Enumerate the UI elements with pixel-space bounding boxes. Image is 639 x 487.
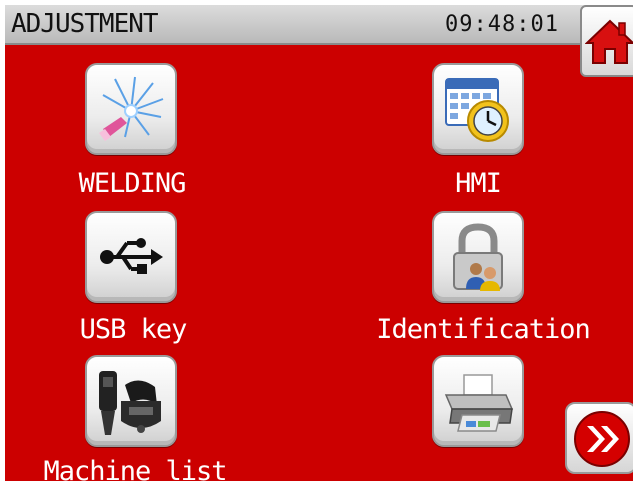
padlock-users-icon (453, 223, 503, 291)
welding-label: WELDING (78, 168, 187, 199)
usb-key-button[interactable] (85, 211, 177, 303)
machine-list-button[interactable] (85, 355, 177, 447)
home-icon (585, 19, 633, 64)
clock: 09:48:01 (445, 12, 559, 37)
identification-label: Identification (376, 314, 591, 345)
welding-button[interactable] (85, 63, 177, 155)
identification-button[interactable] (432, 211, 524, 303)
hmi-button[interactable] (432, 63, 524, 155)
next-page-button[interactable] (565, 402, 633, 474)
page-title: ADJUSTMENT (11, 9, 159, 39)
home-button[interactable] (580, 5, 633, 77)
screen: ADJUSTMENT 09:48:01 WELDING HMI USB key … (5, 5, 633, 481)
machine-list-label: Machine list (43, 456, 227, 482)
printer-icon (444, 374, 514, 432)
welding-spark-icon (99, 76, 164, 141)
calendar-clock-icon (445, 78, 509, 142)
hmi-label: HMI (455, 168, 502, 199)
machine-tools-icon (99, 371, 161, 435)
title-bar: ADJUSTMENT 09:48:01 (5, 5, 633, 45)
double-chevron-right-icon (574, 411, 630, 467)
usb-icon (100, 238, 163, 274)
usb-key-label: USB key (79, 314, 188, 345)
printer-button[interactable] (432, 355, 524, 447)
